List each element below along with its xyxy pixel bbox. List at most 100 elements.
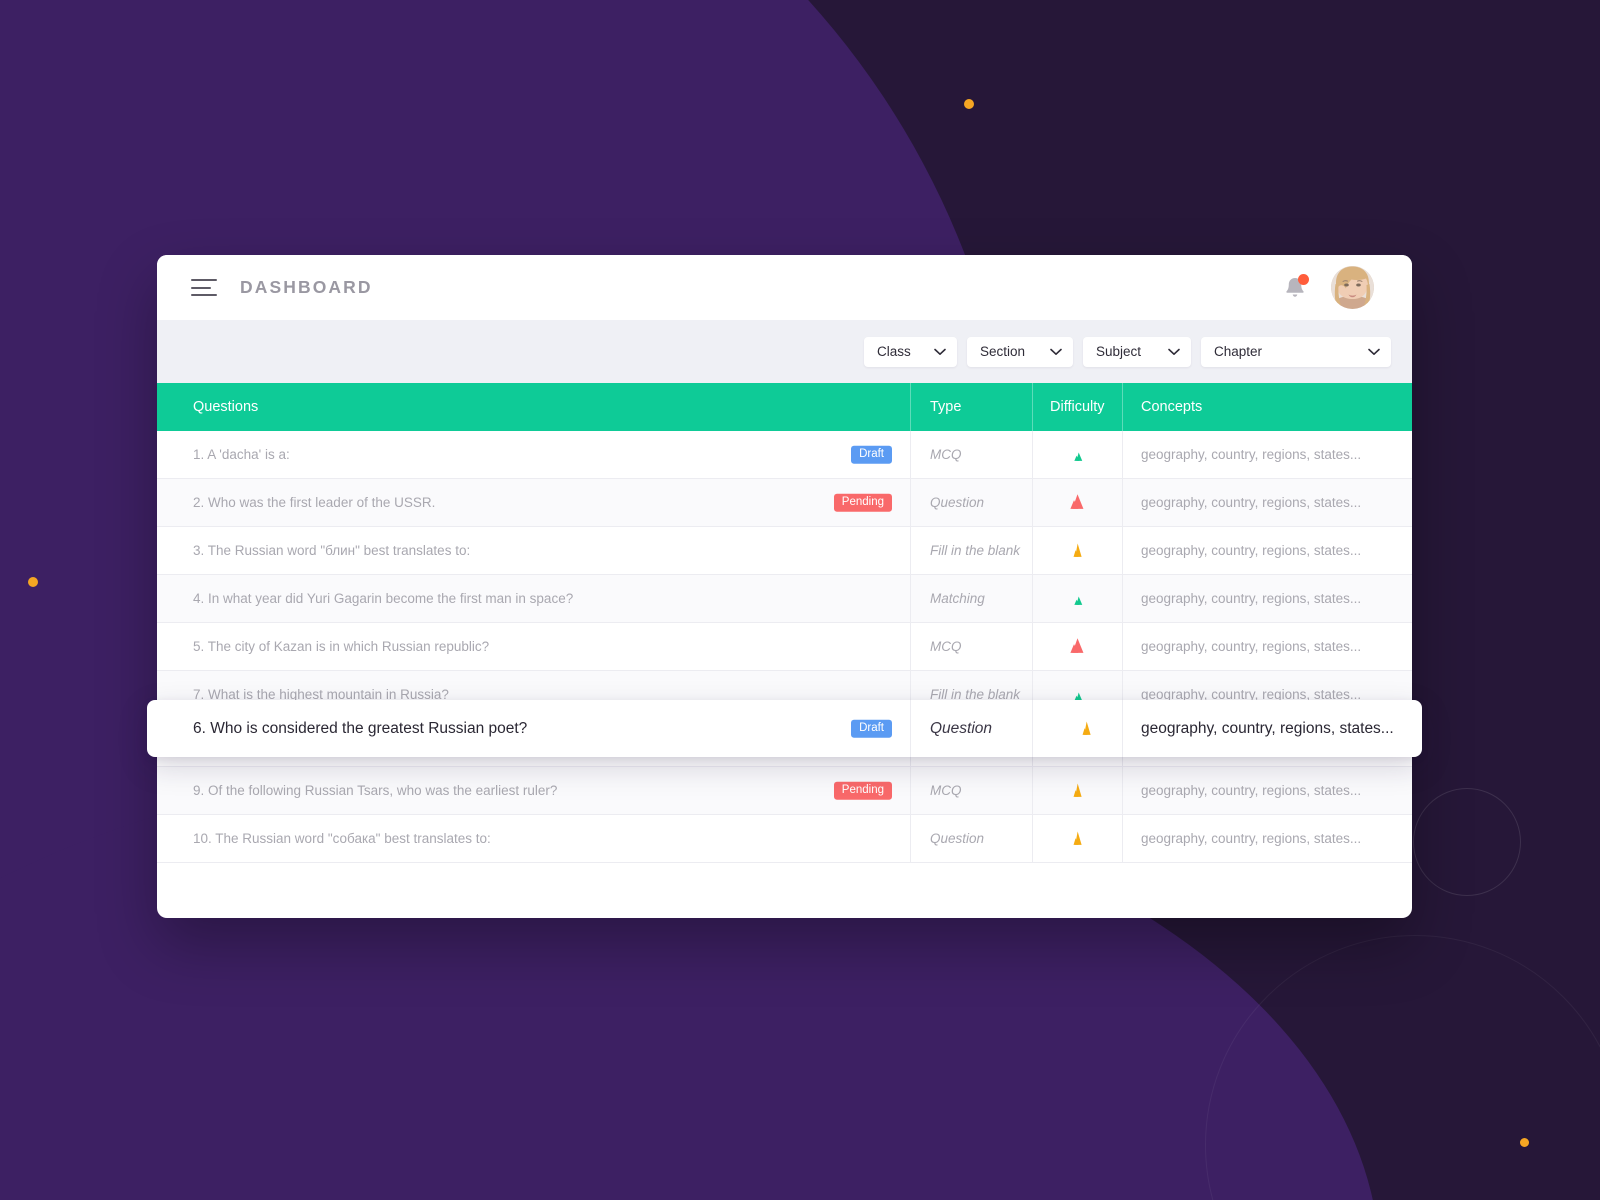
column-header-type[interactable]: Type — [910, 383, 1032, 431]
filter-select-section[interactable]: Section — [967, 336, 1073, 367]
type-cell: MCQ — [910, 623, 1032, 670]
difficulty-cell — [1032, 527, 1122, 574]
table-row[interactable]: 1. A 'dacha' is a: Draft MCQ geography, cou… — [157, 431, 1412, 479]
avatar[interactable] — [1331, 266, 1374, 309]
table-header-row: Questions Type Difficulty Concepts — [157, 383, 1412, 431]
table-row[interactable]: 10. The Russian word "собака" best trans… — [157, 815, 1412, 863]
question-text: 1. A 'dacha' is a: — [193, 447, 290, 462]
table-row[interactable]: 2. Who was the first leader of the USSR.… — [157, 479, 1412, 527]
concepts-text: geography, country, regions, states... — [1141, 639, 1362, 654]
difficulty-cell — [1032, 767, 1122, 814]
concepts-text: geography, country, regions, states... — [1141, 447, 1362, 462]
status-badge[interactable]: Pending — [833, 493, 892, 512]
table-row[interactable]: 3. The Russian word "блин" best translat… — [157, 527, 1412, 575]
chevron-down-icon — [1368, 348, 1380, 355]
avatar-image — [1331, 266, 1374, 309]
filter-select-class[interactable]: Class — [864, 336, 957, 367]
concepts-cell: geography, country, regions, states... — [1122, 431, 1412, 478]
question-cell: 10. The Russian word "собака" best trans… — [157, 815, 910, 862]
type-text: MCQ — [930, 639, 962, 654]
filter-label-chapter: Chapter — [1214, 344, 1263, 359]
type-text: MCQ — [930, 447, 962, 462]
concepts-cell: geography, country, regions, states... — [1122, 815, 1412, 862]
filter-label-section: Section — [980, 344, 1026, 359]
chevron-down-icon — [1168, 348, 1180, 355]
difficulty-cell — [1032, 479, 1122, 526]
table-body: 1. A 'dacha' is a: Draft MCQ geography, cou… — [157, 431, 1412, 863]
difficulty-medium-icon — [1082, 721, 1091, 735]
status-badge[interactable]: Draft — [851, 445, 892, 464]
type-text: Question — [930, 831, 985, 846]
concepts-text: geography, country, regions, states... — [1141, 495, 1362, 510]
highlighted-difficulty-cell — [1032, 700, 1122, 757]
question-text: 3. The Russian word "блин" best translat… — [193, 543, 471, 558]
table-row[interactable]: 9. Of the following Russian Tsars, who w… — [157, 767, 1412, 815]
filter-select-subject[interactable]: Subject — [1083, 336, 1191, 367]
table-row[interactable]: 5. The city of Kazan is in which Russian… — [157, 623, 1412, 671]
type-cell: Fill in the blank — [910, 527, 1032, 574]
highlighted-table-row[interactable]: 6. Who is considered the greatest Russia… — [147, 700, 1422, 757]
status-badge[interactable]: Draft — [851, 719, 892, 738]
top-bar: DASHBOARD — [157, 255, 1412, 320]
question-text: 9. Of the following Russian Tsars, who w… — [193, 783, 558, 798]
type-text: Matching — [930, 591, 985, 606]
filter-label-class: Class — [877, 344, 911, 359]
concepts-cell: geography, country, regions, states... — [1122, 623, 1412, 670]
difficulty-medium-icon — [1073, 783, 1082, 797]
chevron-down-icon — [1050, 348, 1062, 355]
decorative-dot-top — [964, 99, 974, 109]
highlighted-type-cell: Question — [910, 700, 1032, 757]
type-text: MCQ — [930, 783, 962, 798]
type-cell: MCQ — [910, 767, 1032, 814]
type-cell: Matching — [910, 575, 1032, 622]
filter-select-chapter[interactable]: Chapter — [1201, 336, 1391, 367]
column-header-difficulty[interactable]: Difficulty — [1032, 383, 1122, 431]
question-text: 10. The Russian word "собака" best trans… — [193, 831, 491, 846]
status-badge[interactable]: Pending — [833, 781, 892, 800]
question-cell: 5. The city of Kazan is in which Russian… — [157, 623, 910, 670]
concepts-cell: geography, country, regions, states... — [1122, 767, 1412, 814]
question-text: 5. The city of Kazan is in which Russian… — [193, 639, 490, 654]
difficulty-hard-icon — [1070, 638, 1084, 653]
concepts-cell: geography, country, regions, states... — [1122, 575, 1412, 622]
difficulty-medium-icon — [1073, 543, 1082, 557]
dashboard-window: DASHBOARD Class Section Subject Chapter … — [147, 255, 1422, 918]
decorative-dot-bottom-right — [1520, 1138, 1529, 1147]
column-header-questions[interactable]: Questions — [157, 383, 910, 431]
difficulty-cell — [1032, 431, 1122, 478]
filter-label-subject: Subject — [1096, 344, 1142, 359]
type-cell: Question — [910, 815, 1032, 862]
hamburger-icon[interactable] — [191, 279, 217, 296]
concepts-text: geography, country, regions, states... — [1141, 831, 1362, 846]
questions-table: Questions Type Difficulty Concepts 1. A … — [157, 383, 1412, 863]
decorative-dot-left — [28, 577, 38, 587]
highlighted-concepts-cell: geography, country, regions, states... — [1122, 700, 1422, 757]
difficulty-cell — [1032, 575, 1122, 622]
column-header-concepts[interactable]: Concepts — [1122, 383, 1412, 431]
concepts-cell: geography, country, regions, states... — [1122, 527, 1412, 574]
difficulty-cell — [1032, 623, 1122, 670]
dashboard-window-content: DASHBOARD Class Section Subject Chapter … — [157, 255, 1412, 918]
table-row[interactable]: 4. In what year did Yuri Gagarin become … — [157, 575, 1412, 623]
type-text: Fill in the blank — [930, 543, 1021, 558]
notification-alert-dot — [1298, 273, 1309, 285]
difficulty-easy-icon — [1074, 596, 1083, 605]
concepts-text: geography, country, regions, states... — [1141, 783, 1362, 798]
question-text: 2. Who was the first leader of the USSR. — [193, 495, 436, 510]
concepts-text: geography, country, regions, states... — [1141, 543, 1362, 558]
top-bar-actions — [1283, 266, 1374, 309]
highlighted-question-cell: 6. Who is considered the greatest Russia… — [147, 700, 910, 757]
question-cell: 4. In what year did Yuri Gagarin become … — [157, 575, 910, 622]
question-cell: 9. Of the following Russian Tsars, who w… — [157, 767, 910, 814]
question-cell: 3. The Russian word "блин" best translat… — [157, 527, 910, 574]
difficulty-cell — [1032, 815, 1122, 862]
difficulty-medium-icon — [1073, 831, 1082, 845]
chevron-down-icon — [934, 348, 946, 355]
concepts-text: geography, country, regions, states... — [1141, 591, 1362, 606]
type-cell: Question — [910, 479, 1032, 526]
difficulty-easy-icon — [1074, 452, 1083, 461]
type-cell: MCQ — [910, 431, 1032, 478]
page-title: DASHBOARD — [240, 277, 373, 297]
filter-bar: Class Section Subject Chapter — [157, 320, 1412, 383]
bell-icon[interactable] — [1283, 273, 1309, 301]
